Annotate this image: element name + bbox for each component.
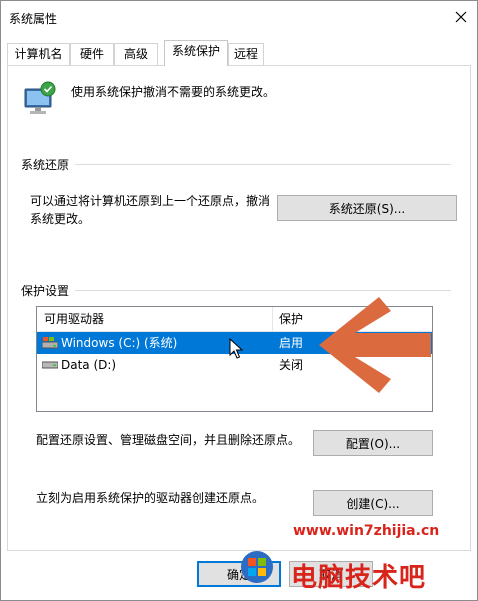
watermark-logo-icon bbox=[241, 551, 273, 583]
watermark-url: www.win7zhijia.cn bbox=[293, 523, 440, 539]
system-protection-icon bbox=[24, 81, 56, 114]
restore-description-line2: 系统更改。 bbox=[30, 212, 91, 226]
restore-description: 可以通过将计算机还原到上一个还原点，撤消 系统更改。 bbox=[30, 192, 270, 228]
mouse-cursor-icon bbox=[229, 338, 243, 359]
close-icon bbox=[455, 11, 467, 23]
tab-remote[interactable]: 远程 bbox=[228, 43, 264, 65]
tab-advanced[interactable]: 高级 bbox=[114, 43, 158, 65]
drive-protection-status: 关闭 bbox=[279, 358, 304, 372]
tab-computer-name[interactable]: 计算机名 bbox=[7, 43, 70, 65]
column-header-drive[interactable]: 可用驱动器 bbox=[44, 307, 104, 331]
tab-system-protection[interactable]: 系统保护 bbox=[164, 40, 228, 66]
create-description: 立刻为启用系统保护的驱动器创建还原点。 bbox=[36, 491, 265, 505]
restore-divider bbox=[21, 164, 451, 165]
drive-protection-status: 启用 bbox=[279, 336, 304, 350]
drive-name: Windows (C:) (系统) bbox=[61, 336, 178, 350]
system-drive-icon bbox=[42, 337, 58, 349]
column-header-protection[interactable]: 保护 bbox=[279, 307, 303, 331]
restore-description-line1: 可以通过将计算机还原到上一个还原点，撤消 bbox=[30, 194, 271, 208]
annotation-arrow-icon bbox=[319, 297, 431, 393]
column-separator[interactable] bbox=[272, 307, 273, 331]
configure-description: 配置还原设置、管理磁盘空间，并且删除还原点。 bbox=[36, 433, 301, 447]
protection-divider bbox=[21, 290, 451, 291]
configure-button[interactable]: 配置(O)... bbox=[313, 430, 433, 456]
restore-section-label: 系统还原 bbox=[21, 156, 76, 173]
close-button[interactable] bbox=[447, 3, 475, 31]
title-bar: 系统属性 bbox=[1, 1, 477, 33]
system-restore-button[interactable]: 系统还原(S)... bbox=[277, 195, 457, 221]
system-properties-window: 系统属性 计算机名 硬件 高级 系统保护 远程 使用系统保护撤消不需要的系统更改… bbox=[0, 0, 478, 601]
tab-hardware[interactable]: 硬件 bbox=[70, 43, 114, 65]
watermark-logo-text: 电脑技术吧 bbox=[291, 563, 427, 593]
create-button[interactable]: 创建(C)... bbox=[313, 490, 433, 516]
hard-drive-icon bbox=[42, 361, 58, 369]
window-title: 系统属性 bbox=[9, 12, 58, 26]
intro-text: 使用系统保护撤消不需要的系统更改。 bbox=[71, 85, 276, 99]
drive-name: Data (D:) bbox=[61, 358, 117, 372]
protection-section-label: 保护设置 bbox=[21, 282, 76, 299]
